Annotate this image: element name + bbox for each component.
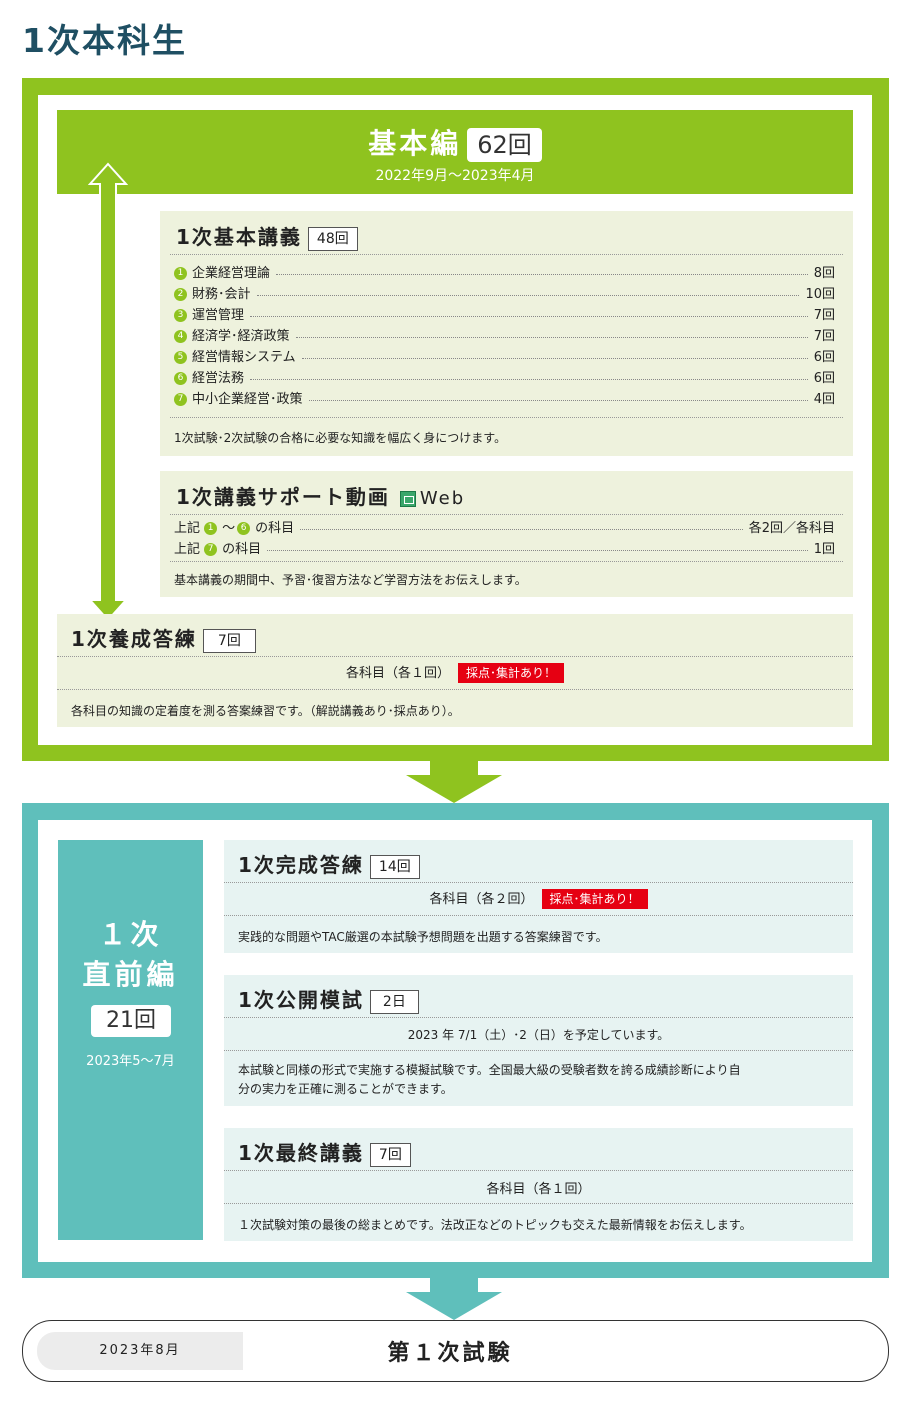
basic-lecture-card: 1次基本講義 48回 1 企業経営理論 8回 2 財務･会計 10回 3 運営管理 7回 4経… [160, 211, 853, 456]
final-lecture-count: 7回 [369, 1142, 411, 1167]
number-6-icon: 6 [237, 522, 251, 535]
training-card: 1次養成答練 7回 各科目（各１回） 採点･集計あり！ 各科目の知識の定着度を測る答… [57, 614, 853, 727]
list-item: 5 経営情報システム 6回 [174, 345, 835, 366]
mock-exam-title: 1次公開模試 [238, 988, 364, 1012]
final-lecture-title: 1次最終講義 [238, 1141, 364, 1165]
number-2-icon: 2 [174, 288, 187, 301]
complete-training-card: 1次完成答練 14回 各科目（各２回） 採点･集計あり！ 実践的な問題やTAC厳選の… [224, 840, 853, 953]
list-item: 7 中小企業経営･政策 4回 [174, 387, 835, 408]
list-item: 上記 1 ～ 6 の科目 各2回／各科目 [174, 521, 835, 536]
complete-training-detail: 各科目（各２回） [429, 892, 534, 907]
basic-lecture-title: 1次基本講義 [176, 225, 302, 249]
exam-title: 第１次試験 [387, 1341, 513, 1366]
exam-date: 2023年8月 [37, 1332, 243, 1370]
support-video-description: 基本講義の期間中、予習･復習方法など学習方法をお伝えします。 [174, 573, 527, 587]
basic-period: 2022年9月～2023年4月 [375, 168, 535, 184]
final-lecture-detail: 各科目（各１回） [486, 1182, 591, 1197]
final-lecture-description: １次試験対策の最後の総まとめです。法改正などのトピックも交えた最新情報をお伝えし… [238, 1218, 752, 1232]
final-lecture-card: 1次最終講義 7回 各科目（各１回） １次試験対策の最後の総まとめです。法改正など… [224, 1128, 853, 1241]
number-1-icon: 1 [174, 267, 187, 280]
basic-lecture-description: 1次試験･2次試験の合格に必要な知識を幅広く身につけます。 [174, 431, 507, 445]
support-video-title: 1次講義サポート動画 [176, 485, 390, 509]
list-item: 6 経営法務 6回 [174, 366, 835, 387]
final-phase-sidebar [58, 840, 203, 1240]
number-5-icon: 5 [174, 351, 187, 364]
basic-count-badge: 62回 [467, 128, 542, 162]
double-arrow-icon [88, 162, 128, 622]
web-icon [399, 490, 416, 507]
number-7-icon: 7 [174, 393, 187, 406]
mock-exam-count: 2日 [369, 989, 419, 1014]
number-7-icon: 7 [204, 543, 218, 556]
training-description: 各科目の知識の定着度を測る答案練習です。（解説講義あり･採点あり）。 [71, 704, 460, 718]
training-title: 1次養成答練 [71, 627, 197, 651]
number-4-icon: 4 [174, 330, 187, 343]
arrow-down-icon [406, 761, 502, 803]
training-detail: 各科目（各１回） [345, 666, 450, 681]
complete-training-description: 実践的な問題やTAC厳選の本試験予想問題を出題する答案練習です。 [238, 930, 608, 944]
scoring-badge: 採点･集計あり！ [458, 663, 565, 683]
list-item: 3 運営管理 7回 [174, 303, 835, 324]
page-title: 1次本科生 [22, 21, 187, 60]
mock-exam-card: 1次公開模試 2日 2023 年 7/1（土）･2（日）を予定しています。 本試験… [224, 975, 853, 1106]
list-item: 1 企業経営理論 8回 [174, 261, 835, 282]
web-label: Web [419, 488, 466, 509]
complete-training-count: 14回 [369, 854, 420, 879]
list-item: 上記 7 の科目 1回 [174, 542, 835, 557]
subject-list: 1 企業経営理論 8回 2 財務･会計 10回 3 運営管理 7回 4 経済学･経済政策 7回 … [174, 261, 835, 408]
number-1-icon: 1 [204, 522, 218, 535]
scoring-badge: 採点･集計あり！ [541, 889, 648, 909]
final-phase-period: 2023年5～7月 [86, 1054, 175, 1069]
complete-training-title: 1次完成答練 [238, 853, 364, 877]
mock-exam-detail: 2023 年 7/1（土）･2（日）を予定しています。 [407, 1028, 670, 1042]
arrow-down-icon [406, 1278, 502, 1320]
list-item: 2 財務･会計 10回 [174, 282, 835, 303]
final-phase-title: １次 直前編 [82, 918, 179, 991]
basic-title: 基本編 62回 [57, 122, 853, 162]
list-item: 4 経済学･経済政策 7回 [174, 324, 835, 345]
final-phase-count: 21回 [91, 1005, 171, 1037]
number-3-icon: 3 [174, 309, 187, 322]
basic-lecture-count: 48回 [307, 226, 358, 251]
training-count: 7回 [202, 628, 256, 653]
mock-exam-description: 本試験と同様の形式で実施する模擬試験です。全国最大級の受験者数を誇る成績診断によ… [238, 1063, 741, 1096]
support-video-card: 1次講義サポート動画 Web 上記 1 ～ 6 の科目 各2回／各科目 上記 7 の科目 1回… [160, 471, 853, 597]
number-6-icon: 6 [174, 372, 187, 385]
